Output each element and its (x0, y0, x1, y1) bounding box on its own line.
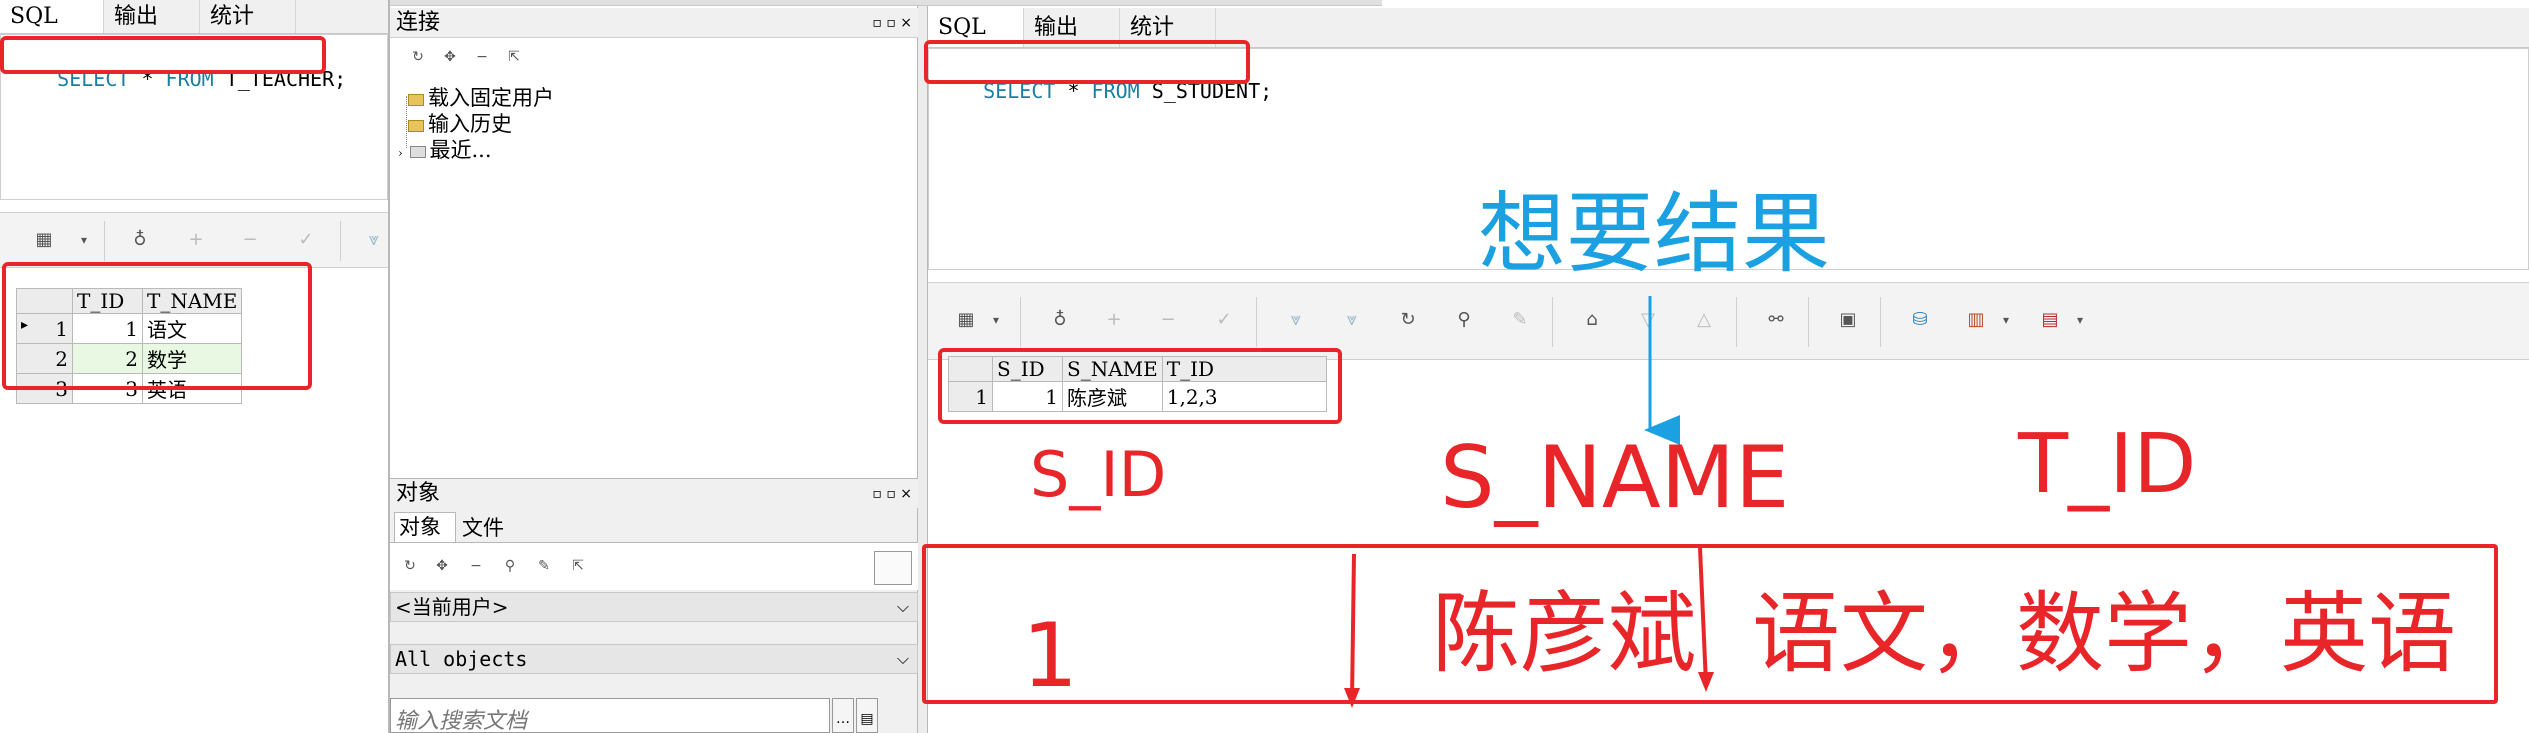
object-title: 对象 (396, 481, 441, 506)
refresh-icon[interactable]: ↻ (404, 42, 432, 72)
check-icon[interactable]: ✓ (1210, 305, 1238, 335)
add-row-icon[interactable]: + (1100, 305, 1128, 335)
grid-icon[interactable]: ▦ (30, 225, 58, 255)
toolbar-separator (1808, 297, 1809, 347)
right-grid-highlight (938, 348, 1342, 424)
expand-icon[interactable]: ✥ (428, 551, 456, 581)
connect-icon[interactable]: ⚯ (1762, 305, 1790, 335)
column-label-t-id: T_ID (2018, 417, 2197, 512)
column-label-s-id: S_ID (1030, 438, 1167, 511)
want-result-annotation: 想要结果 (1478, 182, 1831, 285)
folder-icon (408, 93, 424, 106)
toolbar-separator (1880, 297, 1881, 347)
connection-title: 连接 (396, 10, 441, 35)
objects-select-value: All objects (395, 647, 528, 671)
window-controls[interactable]: ▫ ▫ × (872, 479, 912, 509)
desired-value-subjects: 语文，数学，英语 (1752, 582, 2457, 685)
check-icon[interactable]: ✓ (292, 225, 320, 255)
chevron-down-icon[interactable]: ▾ (2066, 305, 2094, 335)
refresh-icon[interactable]: ↻ (1394, 305, 1422, 335)
locate-icon[interactable]: ⇱ (500, 42, 528, 72)
user-select[interactable]: <当前用户> ⌵ (390, 592, 918, 622)
lock-icon[interactable]: ♁ (126, 225, 154, 255)
expand-icon[interactable]: ✥ (436, 42, 464, 72)
top-strip (390, 0, 1382, 6)
toolbar-separator (1256, 297, 1257, 347)
toolbar-separator (1552, 297, 1553, 347)
user-select-value: <当前用户> (395, 595, 509, 619)
object-tab-objects[interactable]: 对象 (394, 512, 456, 542)
left-grid-toolbar: ▦ ▾ ♁ + − ✓ ⩔ (0, 212, 388, 268)
doc-icon[interactable]: ▤ (856, 698, 878, 733)
filter-clear-icon[interactable]: ⩔ (1338, 305, 1366, 335)
chart-icon[interactable]: ▥ (1962, 305, 1990, 335)
folder-icon (408, 119, 424, 132)
left-tabbar: SQL 输出 统计 (0, 0, 388, 34)
folder-icon (409, 145, 426, 158)
left-tab-output[interactable]: 输出 (104, 0, 200, 33)
save-icon[interactable]: ▣ (1834, 305, 1862, 335)
add-row-icon[interactable]: + (182, 225, 210, 255)
delete-row-icon[interactable]: − (1154, 305, 1182, 335)
connection-toolbar: ↻ ✥ − ⇱ (390, 42, 918, 72)
expand-arrow-icon[interactable]: › (398, 146, 403, 160)
lock-icon[interactable]: ♁ (1046, 305, 1074, 335)
refresh-icon[interactable]: ↻ (396, 551, 424, 581)
arrow-down-icon[interactable]: ▽ (1634, 305, 1662, 335)
search-placeholder: 输入搜索文档 (395, 709, 528, 733)
toolbar-separator (104, 221, 105, 261)
color-swatch[interactable] (874, 551, 912, 585)
filter-icon[interactable]: ⩔ (360, 225, 388, 255)
home-icon[interactable]: ⌂ (1578, 305, 1606, 335)
more-button[interactable]: … (832, 698, 854, 733)
left-sql-highlight (0, 36, 326, 74)
objects-select[interactable]: All objects ⌵ (390, 644, 918, 674)
collapse-icon[interactable]: − (462, 551, 490, 581)
tree-item-recent[interactable]: › 最近... (398, 134, 492, 164)
left-grid-highlight (2, 262, 312, 390)
pencil-icon[interactable]: ✎ (1506, 305, 1534, 335)
desired-value-name: 陈彦斌 (1432, 582, 1697, 685)
export-icon[interactable]: ▤ (2036, 305, 2064, 335)
filter-icon[interactable]: ⩔ (1282, 305, 1310, 335)
grid-icon[interactable]: ▦ (952, 305, 980, 335)
binoculars-icon[interactable]: ⚲ (496, 551, 524, 581)
delete-row-icon[interactable]: − (236, 225, 264, 255)
search-input[interactable]: 输入搜索文档 (390, 698, 830, 733)
chevron-down-icon: ⌵ (896, 649, 909, 668)
locate-icon[interactable]: ⇱ (564, 551, 592, 581)
connection-panel: 连接 ▫ ▫ × ↻ ✥ − ⇱ 载入固定用户 输入历史 › 最近... (390, 0, 918, 478)
column-label-s-name: S_NAME (1440, 428, 1790, 528)
chevron-down-icon[interactable]: ▾ (1992, 305, 2020, 335)
object-tab-files[interactable]: 文件 (458, 514, 518, 542)
settings-icon[interactable]: ✎ (530, 551, 558, 581)
chevron-down-icon[interactable]: ▾ (70, 225, 98, 255)
object-titlebar: 对象 ▫ ▫ × (390, 478, 918, 508)
arrow-up-icon[interactable]: △ (1690, 305, 1718, 335)
left-tab-sql[interactable]: SQL (0, 0, 104, 33)
window-controls[interactable]: ▫ ▫ × (872, 8, 912, 38)
left-tab-stats[interactable]: 统计 (200, 0, 296, 33)
toolbar-separator (1736, 297, 1737, 347)
right-sql-highlight (924, 40, 1250, 84)
connection-titlebar: 连接 ▫ ▫ × (390, 8, 918, 38)
desired-value-id: 1 (1022, 604, 1078, 707)
object-panel: 对象 ▫ ▫ × 对象 文件 ↻ ✥ − ⚲ ✎ ⇱ <当前用户> ⌵ All … (390, 478, 918, 733)
chevron-down-icon[interactable]: ▾ (982, 305, 1010, 335)
toolbar-separator (1020, 297, 1021, 347)
object-toolbar: ↻ ✥ − ⚲ ✎ ⇱ (390, 542, 918, 590)
chevron-down-icon: ⌵ (896, 597, 909, 616)
database-icon[interactable]: ⛁ (1906, 305, 1934, 335)
binoculars-icon[interactable]: ⚲ (1450, 305, 1478, 335)
toolbar-separator (340, 221, 341, 261)
collapse-icon[interactable]: − (468, 42, 496, 72)
